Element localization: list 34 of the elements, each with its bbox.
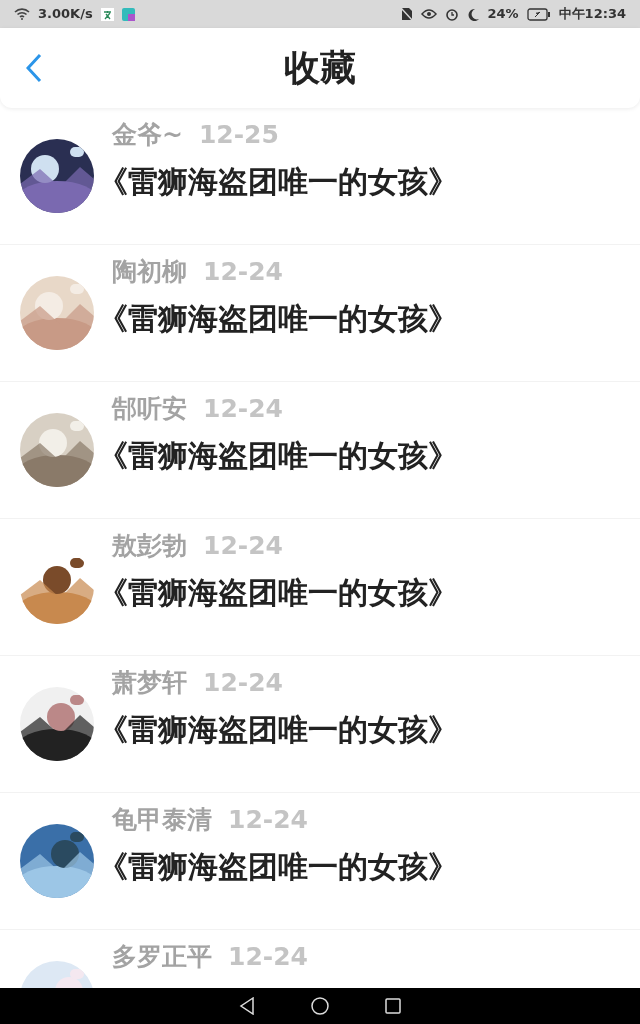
clock: 中午12:34	[558, 5, 626, 24]
moon-icon	[467, 7, 480, 21]
alarm-icon	[445, 7, 460, 21]
story-title[interactable]: 《雷狮海盗团唯一的女孩》	[98, 167, 458, 197]
date: 12-24	[203, 396, 283, 421]
user-name: 郜听安	[112, 396, 187, 421]
recents-icon[interactable]	[385, 998, 401, 1014]
story-title[interactable]: 《雷狮海盗团唯一的女孩》	[98, 578, 458, 608]
date: 12-24	[228, 807, 308, 832]
network-speed: 3.00K/s	[38, 5, 93, 24]
user-name: 陶初柳	[112, 259, 187, 284]
story-title[interactable]: 《雷狮海盗团唯一的女孩》	[98, 852, 458, 882]
page-title: 收藏	[284, 46, 356, 90]
date: 12-24	[228, 944, 308, 969]
date: 12-25	[198, 122, 279, 147]
translate-icon	[100, 7, 114, 21]
date: 12-24	[203, 670, 283, 695]
story-title[interactable]: 《雷狮海盗团唯一的女孩》	[98, 715, 458, 745]
user-name: 萧梦轩	[112, 670, 187, 695]
user-name: 金爷~	[112, 122, 183, 147]
story-title[interactable]: 《雷狮海盗团唯一的女孩》	[98, 304, 458, 334]
story-title[interactable]: 《雷狮海盗团唯一的女孩》	[98, 441, 458, 471]
no-sim-icon	[401, 7, 414, 21]
home-icon[interactable]	[311, 997, 329, 1015]
user-name: 多罗正平	[112, 944, 212, 969]
battery-percent: 24%	[487, 5, 519, 24]
user-name: 敖彭勃	[112, 533, 187, 558]
user-name: 龟甲泰清	[112, 807, 212, 832]
date: 12-24	[203, 533, 283, 558]
eye-icon	[421, 9, 438, 19]
battery-icon	[526, 7, 551, 21]
date: 12-24	[203, 259, 283, 284]
wifi-icon	[14, 8, 30, 20]
app-icon	[121, 7, 135, 21]
